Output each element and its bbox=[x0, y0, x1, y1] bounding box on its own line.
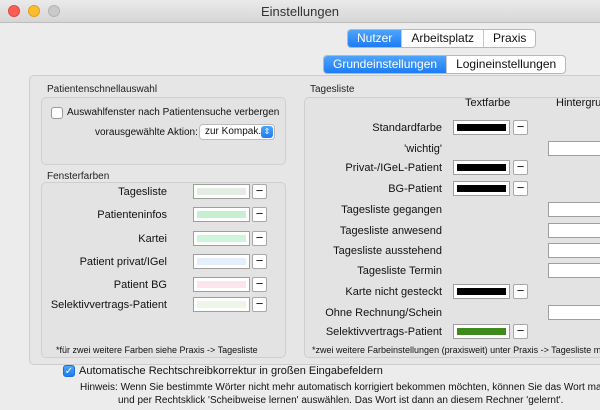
remove-color-button[interactable]: − bbox=[252, 277, 267, 292]
tagesliste-row-10-text-color-well[interactable] bbox=[453, 324, 510, 339]
color-well-patienteninfos[interactable] bbox=[193, 207, 250, 222]
tagesliste-row-4-bg-color-well[interactable] bbox=[548, 202, 600, 217]
fenster-label-selektivvertrag: Selektivvertrags-Patient bbox=[50, 299, 167, 311]
color-fill bbox=[457, 288, 506, 295]
tab-nutzer[interactable]: Nutzer bbox=[348, 30, 403, 47]
tab-grundeinstellungen[interactable]: Grundeinstellungen bbox=[324, 56, 448, 73]
tagesliste-row-7-bg-color-well[interactable] bbox=[548, 263, 600, 278]
color-fill bbox=[197, 281, 246, 288]
tagesliste-row-0-text-color-well[interactable] bbox=[453, 120, 510, 135]
color-well-kartei[interactable] bbox=[193, 231, 250, 246]
col-header-textfarbe: Textfarbe bbox=[465, 97, 511, 109]
fenster-label-tagesliste: Tagesliste bbox=[118, 186, 167, 198]
window-title: Einstellungen bbox=[260, 4, 340, 19]
color-well-privat-igel[interactable] bbox=[193, 254, 250, 269]
top-tab-bar: Nutzer Arbeitsplatz Praxis bbox=[347, 29, 537, 48]
autocorrect-checkbox[interactable]: ✓ bbox=[63, 365, 75, 377]
tagesliste-row-5-bg-color-well[interactable] bbox=[548, 223, 600, 238]
remove-color-button[interactable]: − bbox=[513, 284, 528, 299]
remove-color-button[interactable]: − bbox=[513, 181, 528, 196]
tagesliste-row-9-bg-color-well[interactable] bbox=[548, 305, 600, 320]
color-fill bbox=[457, 328, 506, 335]
remove-color-button[interactable]: − bbox=[252, 207, 267, 222]
tagesliste-row-8-label: Karte nicht gesteckt bbox=[345, 286, 442, 298]
hide-selection-window-checkbox[interactable] bbox=[51, 107, 63, 119]
col-header-hintergrund: Hintergru bbox=[556, 97, 600, 109]
patientenschnellauswahl-label: Patientenschnellauswahl bbox=[47, 84, 158, 95]
remove-color-button[interactable]: − bbox=[513, 160, 528, 175]
color-fill bbox=[197, 301, 246, 308]
sub-tab-bar: Grundeinstellungen Logineinstellungen bbox=[323, 55, 567, 74]
tagesliste-label: Tagesliste bbox=[310, 84, 355, 95]
autocorrect-label: Automatische Rechtschreibkorrektur in gr… bbox=[79, 365, 383, 377]
color-fill bbox=[197, 211, 246, 218]
color-fill bbox=[197, 235, 246, 242]
tab-arbeitsplatz[interactable]: Arbeitsplatz bbox=[402, 30, 485, 47]
fenster-label-privat-igel: Patient privat/IGel bbox=[79, 256, 167, 268]
tagesliste-row-3-label: BG-Patient bbox=[388, 183, 442, 195]
fensterfarben-label: Fensterfarben bbox=[47, 171, 110, 182]
remove-color-button[interactable]: − bbox=[252, 231, 267, 246]
tagesliste-row-5-label: Tagesliste anwesend bbox=[339, 225, 442, 237]
color-fill bbox=[197, 258, 246, 265]
tagesliste-note: *zwei weitere Farbeinstellungen (praxisw… bbox=[312, 345, 600, 355]
tagesliste-row-6-label: Tagesliste ausstehend bbox=[333, 245, 442, 257]
preselected-action-select[interactable]: zur Kompak... ⇕ bbox=[199, 124, 275, 140]
hide-selection-window-label: Auswahlfenster nach Patientensuche verbe… bbox=[67, 107, 280, 118]
remove-color-button[interactable]: − bbox=[252, 184, 267, 199]
tagesliste-row-6-bg-color-well[interactable] bbox=[548, 243, 600, 258]
fenster-label-patienteninfos: Patienteninfos bbox=[97, 209, 167, 221]
preselected-action-value: zur Kompak... bbox=[205, 126, 267, 137]
tab-praxis[interactable]: Praxis bbox=[484, 30, 535, 47]
tab-logineinstellungen[interactable]: Logineinstellungen bbox=[447, 56, 565, 73]
color-well-tagesliste[interactable] bbox=[193, 184, 250, 199]
tagesliste-row-8-text-color-well[interactable] bbox=[453, 284, 510, 299]
color-well-patient-bg[interactable] bbox=[193, 277, 250, 292]
fenster-label-kartei: Kartei bbox=[138, 233, 167, 245]
remove-color-button[interactable]: − bbox=[513, 324, 528, 339]
fenster-label-patient-bg: Patient BG bbox=[113, 279, 167, 291]
tagesliste-row-4-label: Tagesliste gegangen bbox=[341, 204, 442, 216]
color-fill bbox=[457, 124, 506, 131]
tagesliste-row-3-text-color-well[interactable] bbox=[453, 181, 510, 196]
tagesliste-row-1-label: 'wichtig' bbox=[404, 143, 442, 155]
tagesliste-row-10-label: Selektivvertrags-Patient bbox=[325, 326, 442, 338]
remove-color-button[interactable]: − bbox=[252, 254, 267, 269]
tagesliste-row-1-bg-color-well[interactable] bbox=[548, 141, 600, 156]
autocorrect-hint-line1: Hinweis: Wenn Sie bestimmte Wörter nicht… bbox=[80, 382, 600, 393]
tagesliste-row-2-text-color-well[interactable] bbox=[453, 160, 510, 175]
remove-color-button[interactable]: − bbox=[252, 297, 267, 312]
color-fill bbox=[457, 164, 506, 171]
preferences-window: Einstellungen Nutzer Arbeitsplatz Praxis… bbox=[0, 0, 600, 410]
tagesliste-row-0-label: Standardfarbe bbox=[372, 122, 442, 134]
autocorrect-hint-line2: und per Rechtsklick 'Scheibweise lernen'… bbox=[118, 395, 564, 406]
color-fill bbox=[457, 185, 506, 192]
color-fill bbox=[197, 188, 246, 195]
preselected-action-label: vorausgewählte Aktion: bbox=[95, 127, 198, 138]
fensterfarben-note: *für zwei weitere Farben siehe Praxis ->… bbox=[56, 345, 258, 355]
chevron-updown-icon: ⇕ bbox=[261, 126, 273, 138]
remove-color-button[interactable]: − bbox=[513, 120, 528, 135]
tagesliste-row-9-label: Ohne Rechnung/Schein bbox=[325, 307, 442, 319]
title-bar: Einstellungen bbox=[0, 0, 600, 23]
tagesliste-row-7-label: Tagesliste Termin bbox=[357, 265, 442, 277]
tagesliste-row-2-label: Privat-/IGeL-Patient bbox=[345, 162, 442, 174]
color-well-selektivvertrag[interactable] bbox=[193, 297, 250, 312]
